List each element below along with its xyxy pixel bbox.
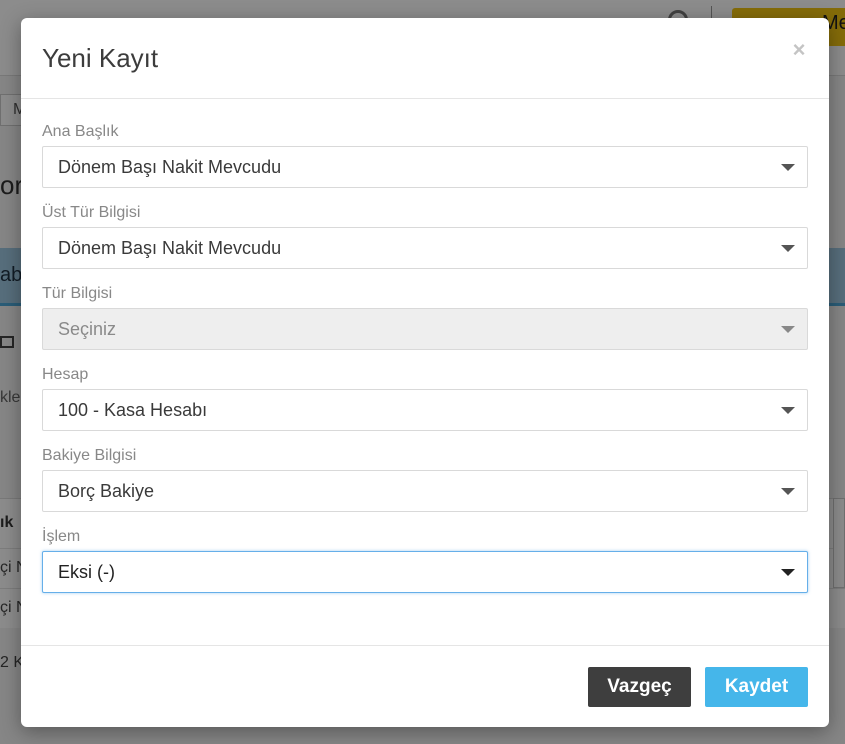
close-icon[interactable]: × bbox=[790, 38, 808, 62]
main-heading-select[interactable]: Dönem Başı Nakit Mevcudu bbox=[42, 146, 808, 188]
cancel-button[interactable]: Vazgeç bbox=[588, 667, 691, 707]
operation-label: İşlem bbox=[42, 528, 81, 545]
parent-type-select[interactable]: Dönem Başı Nakit Mevcudu bbox=[42, 227, 808, 269]
operation-value: Eksi (-) bbox=[58, 562, 115, 582]
chevron-down-icon bbox=[781, 569, 795, 576]
main-heading-value: Dönem Başı Nakit Mevcudu bbox=[58, 157, 282, 177]
parent-type-label: Üst Tür Bilgisi bbox=[42, 204, 141, 221]
modal-title: Yeni Kayıt bbox=[42, 43, 159, 73]
chevron-down-icon bbox=[781, 245, 795, 252]
main-heading-label: Ana Başlık bbox=[42, 123, 119, 140]
balance-select[interactable]: Borç Bakiye bbox=[42, 470, 808, 512]
modal-header: Yeni Kayıt × bbox=[21, 18, 829, 99]
operation-select[interactable]: Eksi (-) bbox=[42, 551, 808, 593]
chevron-down-icon bbox=[781, 488, 795, 495]
new-record-modal: Yeni Kayıt × Ana Başlık Dönem Başı Nakit… bbox=[21, 18, 829, 727]
modal-body: Ana Başlık Dönem Başı Nakit Mevcudu Üst … bbox=[21, 99, 829, 645]
chevron-down-icon bbox=[781, 164, 795, 171]
account-value: 100 - Kasa Hesabı bbox=[58, 400, 208, 420]
parent-type-value: Dönem Başı Nakit Mevcudu bbox=[58, 238, 282, 258]
type-label: Tür Bilgisi bbox=[42, 285, 113, 302]
chevron-down-icon bbox=[781, 407, 795, 414]
type-value: Seçiniz bbox=[58, 319, 117, 339]
type-select: Seçiniz bbox=[42, 308, 808, 350]
save-button[interactable]: Kaydet bbox=[705, 667, 808, 707]
balance-value: Borç Bakiye bbox=[58, 481, 155, 501]
modal-footer: Vazgeç Kaydet bbox=[21, 645, 829, 727]
account-select[interactable]: 100 - Kasa Hesabı bbox=[42, 389, 808, 431]
balance-label: Bakiye Bilgisi bbox=[42, 447, 137, 464]
account-label: Hesap bbox=[42, 366, 89, 383]
chevron-down-icon bbox=[781, 326, 795, 333]
